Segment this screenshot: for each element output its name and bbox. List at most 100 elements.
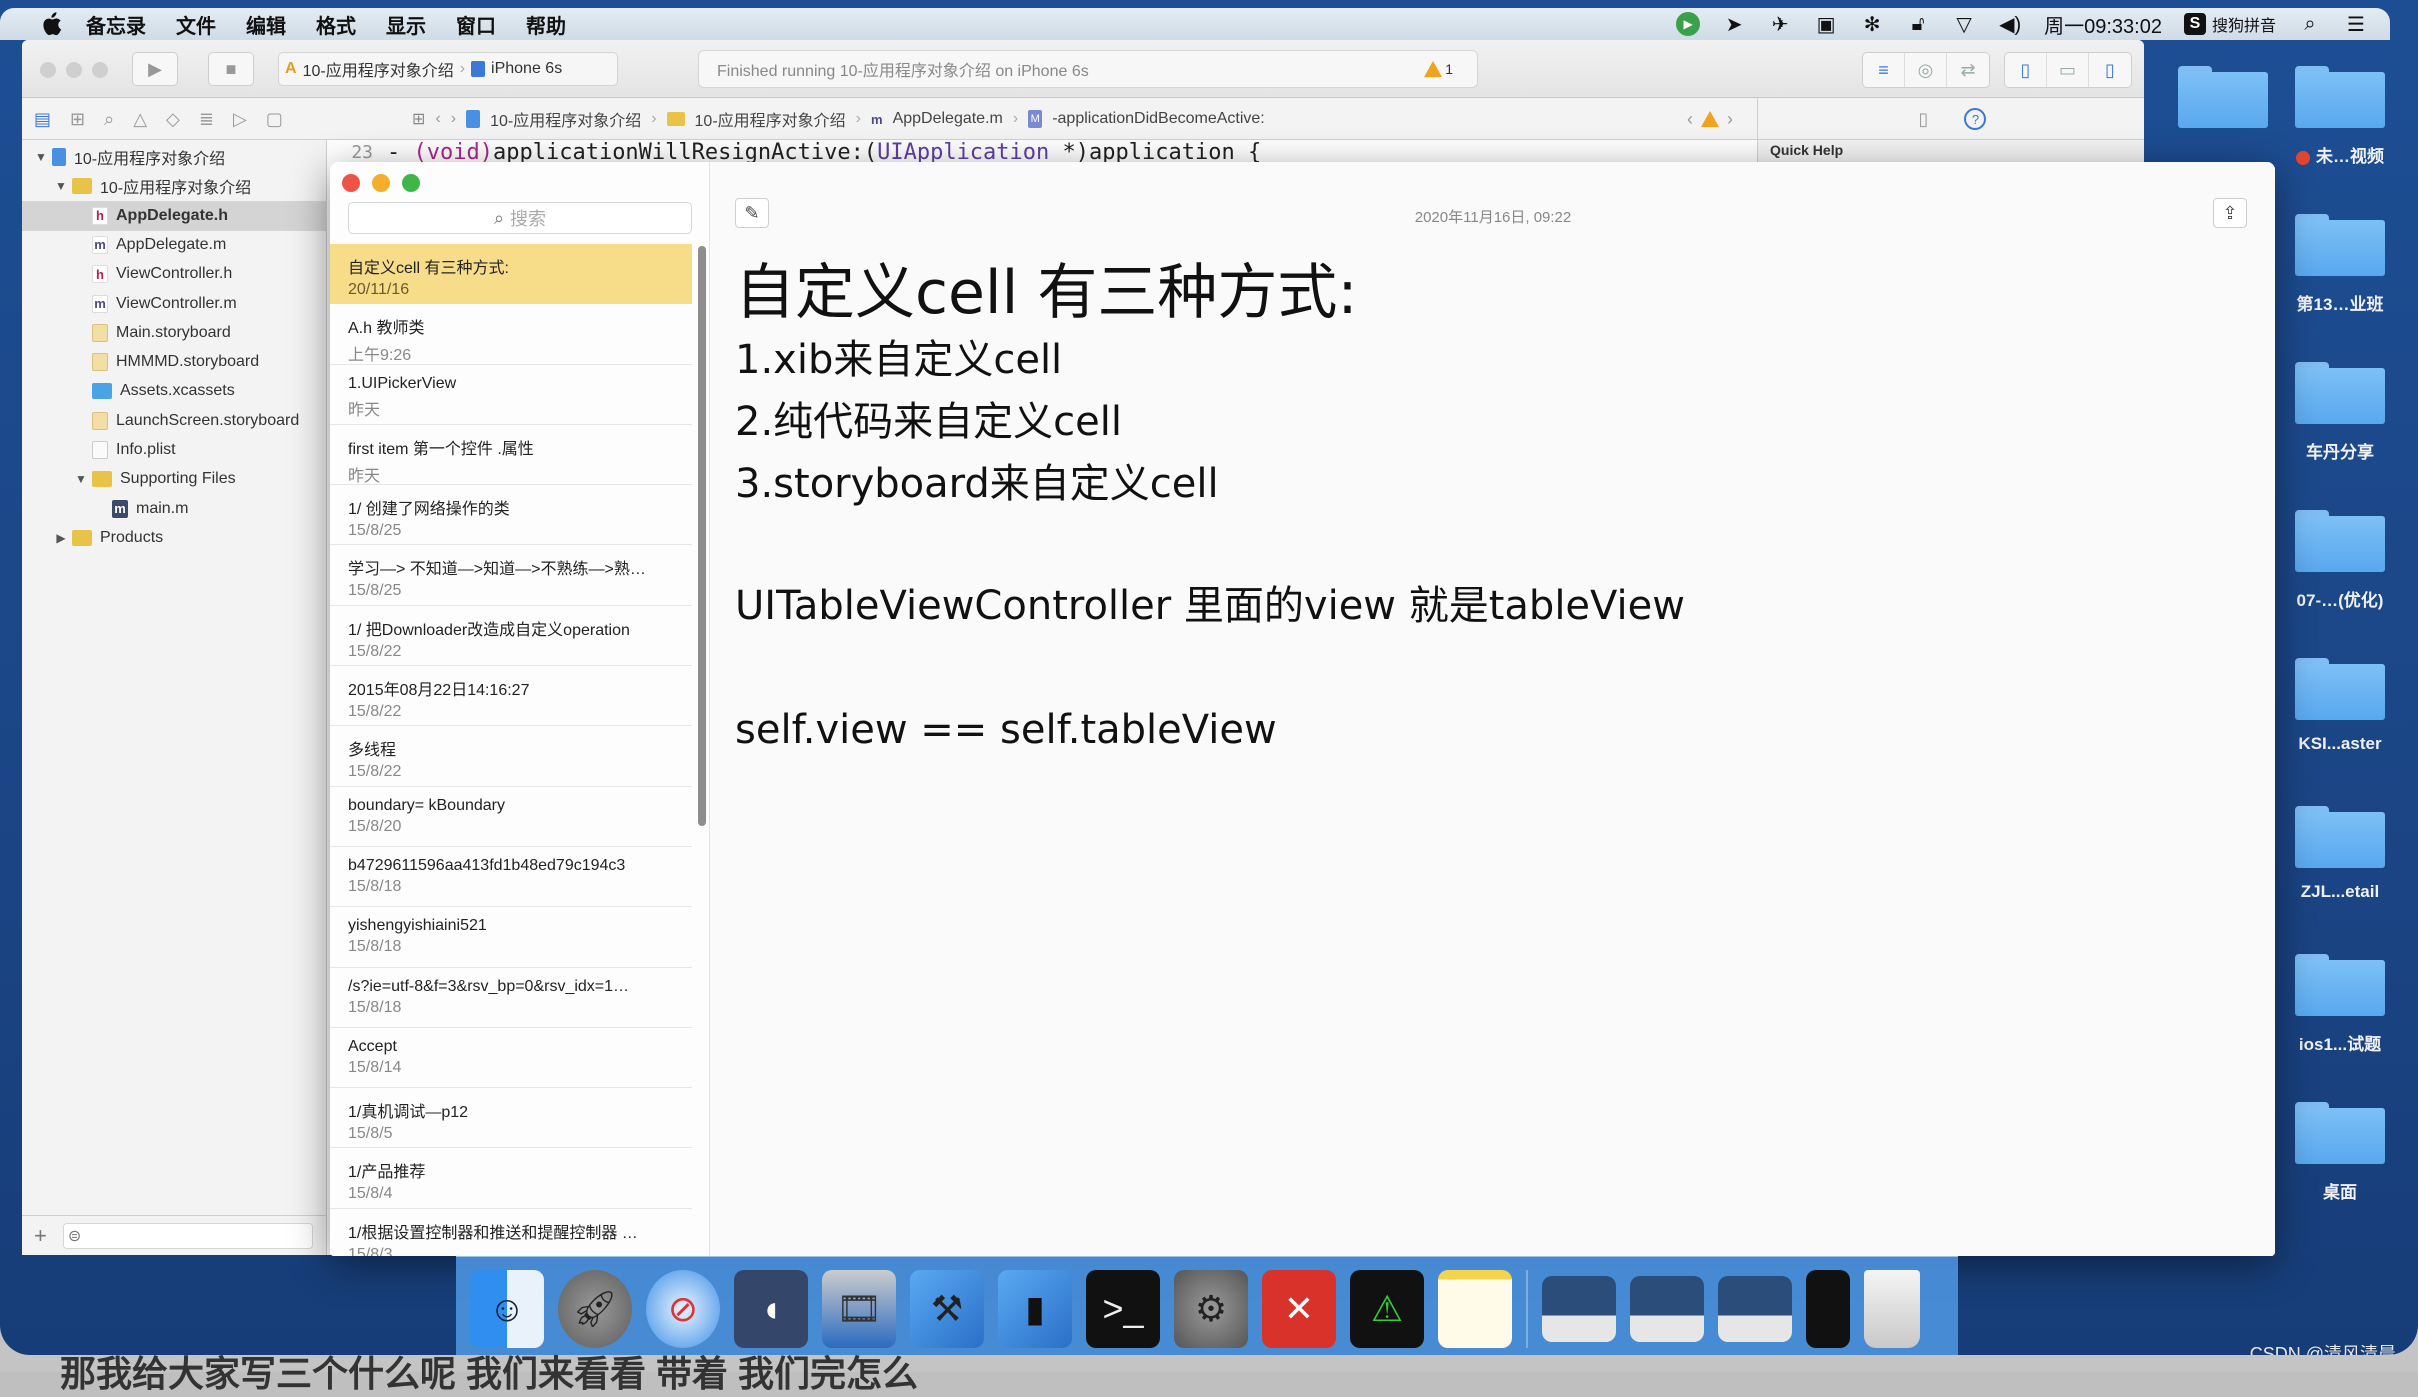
note-list-item[interactable]: 1/根据设置控制器和推送和提醒控制器 … 15/8/3 (330, 1209, 692, 1256)
menu-file[interactable]: 文件 (176, 10, 216, 39)
tree-item[interactable]: ▼ 10-应用程序对象介绍 (22, 171, 327, 201)
dock-minimized-window-3[interactable] (1718, 1275, 1792, 1342)
assistant-editor-icon[interactable]: ◎ (1905, 53, 1947, 87)
breakpoint-navigator-icon[interactable]: ▷ (233, 109, 247, 130)
desktop-folder[interactable]: ZJL...etail (2295, 806, 2385, 902)
xcode-zoom-button[interactable] (92, 62, 108, 78)
desktop-folder[interactable]: 桌面 (2295, 1102, 2385, 1203)
disclosure-expanded-icon[interactable]: ▼ (74, 472, 88, 486)
note-editor[interactable]: ✎ 2020年11月16日, 09:22 ⇪ 自定义cell 有三种方式: 1.… (711, 162, 2275, 1256)
note-list-item[interactable]: boundary= kBoundary 15/8/20 (330, 787, 692, 847)
note-list-item[interactable]: 自定义cell 有三种方式: 20/11/16 (330, 244, 692, 305)
next-issue-icon[interactable]: › (1727, 109, 1733, 130)
share-button[interactable]: ⇪ (2213, 198, 2247, 228)
dock-instruments[interactable]: ▮ (998, 1269, 1072, 1348)
issue-navigator-icon[interactable]: △ (133, 109, 147, 130)
note-list-item[interactable]: /s?ie=utf-8&f=3&rsv_bp=0&rsv_idx=1… 15/8/… (330, 968, 692, 1028)
report-navigator-icon[interactable]: ▢ (266, 109, 283, 130)
tree-item[interactable]: m main.m (22, 494, 327, 524)
note-body[interactable]: 自定义cell 有三种方式: 1.xib来自定义cell 2.纯代码来自定义ce… (735, 257, 1685, 761)
tree-item[interactable]: h AppDelegate.h (22, 200, 327, 231)
menu-notes[interactable]: 备忘录 (86, 10, 146, 39)
version-editor-icon[interactable]: ⇄ (1947, 53, 1989, 87)
utilities-toggle-icon[interactable]: ▯ (2089, 53, 2131, 87)
test-navigator-icon[interactable]: ◇ (166, 109, 180, 130)
find-navigator-icon[interactable]: ⌕ (104, 109, 114, 130)
breadcrumb-method[interactable]: -applicationDidBecomeActive: (1052, 110, 1265, 128)
close-button[interactable] (342, 174, 360, 192)
breadcrumb-file[interactable]: AppDelegate.m (893, 110, 1003, 128)
previous-issue-icon[interactable]: ‹ (1687, 109, 1693, 130)
apple-menu-icon[interactable] (38, 11, 64, 37)
zoom-button[interactable] (402, 174, 420, 192)
file-inspector-icon[interactable]: ▯ (1919, 109, 1929, 130)
menu-clock[interactable]: 周一09:33:02 (2044, 10, 2162, 39)
note-list-item[interactable]: 2015年08月22日14:16:27 15/8/22 (330, 666, 692, 727)
back-icon[interactable]: ‹ (435, 110, 440, 128)
note-list-item[interactable]: first item 第一个控件 .属性 昨天 (330, 425, 692, 486)
tree-item[interactable]: m ViewController.m (22, 289, 327, 319)
desktop-folder[interactable]: 07-…(优化) (2295, 510, 2385, 611)
spotlight-search-icon[interactable]: ⌕ (2298, 12, 2322, 36)
dock-minimized-window-1[interactable] (1542, 1275, 1616, 1342)
desktop-folder[interactable]: 未…视频 (2295, 66, 2385, 167)
menu-edit[interactable]: 编辑 (246, 10, 286, 39)
symbol-navigator-icon[interactable]: ⊞ (70, 109, 85, 130)
menu-format[interactable]: 格式 (316, 10, 356, 39)
note-list-item[interactable]: A.h 教师类 上午9:26 (330, 304, 692, 365)
disclosure-expanded-icon[interactable]: ▼ (54, 179, 68, 193)
dock-xmind[interactable]: ✕ (1262, 1269, 1336, 1348)
minimize-button[interactable] (372, 174, 390, 192)
tree-item[interactable]: h ViewController.h (22, 259, 327, 289)
note-list-item[interactable]: 1/ 把Downloader改造成自定义operation 15/8/22 (330, 606, 692, 667)
debug-navigator-icon[interactable]: ≣ (199, 109, 214, 130)
dock-launchpad[interactable]: 🚀︎ (558, 1269, 632, 1348)
screen-record-icon[interactable]: ▣ (1814, 12, 1838, 36)
dock-mouse-app[interactable]: ◖ (734, 1269, 808, 1348)
tree-item[interactable]: m AppDelegate.m (22, 230, 327, 260)
tree-item[interactable]: Assets.xcassets (22, 376, 327, 406)
wifi-icon[interactable]: ▽ (1952, 12, 1976, 36)
note-list-scrollbar[interactable] (698, 246, 706, 826)
input-method[interactable]: S 搜狗拼音 (2183, 12, 2276, 36)
forward-icon[interactable]: › (451, 110, 456, 128)
desktop-folder[interactable]: KSI...aster (2295, 658, 2385, 754)
location-icon[interactable]: ➤ (1722, 12, 1746, 36)
xcode-close-button[interactable] (40, 62, 56, 78)
note-list-item[interactable]: yishengyishiaini521 15/8/18 (330, 907, 692, 968)
note-list-item[interactable]: 1/真机调试—p12 15/8/5 (330, 1088, 692, 1149)
note-list-item[interactable]: 1/ 创建了网络操作的类 15/8/25 (330, 485, 692, 546)
dock-xcode[interactable]: ⚒ (910, 1269, 984, 1348)
dock-downloads-stack[interactable] (1806, 1269, 1850, 1348)
dock-safari[interactable]: ⊘ (646, 1269, 720, 1348)
stop-button[interactable]: ■ (208, 52, 254, 86)
dock-notes[interactable] (1438, 1269, 1512, 1348)
dock-trash[interactable] (1864, 1269, 1920, 1348)
note-list-item[interactable]: Accept 15/8/14 (330, 1028, 692, 1089)
desktop-folder[interactable]: ios1...试题 (2295, 954, 2385, 1055)
breadcrumb-group[interactable]: 10-应用程序对象介绍 (695, 107, 846, 131)
xcode-minimize-button[interactable] (66, 62, 82, 78)
tree-item[interactable]: Info.plist (22, 435, 327, 465)
tree-item[interactable]: LaunchScreen.storyboard (22, 406, 327, 436)
recording-app-icon[interactable]: ▶ (1676, 12, 1701, 36)
add-icon[interactable]: + (34, 1223, 47, 1249)
dock-console[interactable]: ⚠ (1350, 1269, 1424, 1348)
desktop-folder[interactable]: 车丹分享 (2295, 362, 2385, 463)
navigator-filter-field[interactable]: ⊜ (62, 1222, 313, 1249)
desktop-folder[interactable]: 第13…业班 (2295, 214, 2385, 315)
scheme-selector[interactable]: A 10-应用程序对象介绍 › iPhone 6s (278, 52, 618, 86)
warning-indicator[interactable]: 1 (1424, 61, 1453, 77)
quick-help-icon[interactable]: ? (1964, 108, 1987, 130)
run-button[interactable]: ▶ (132, 52, 178, 86)
menu-view[interactable]: 显示 (386, 10, 426, 39)
menu-window[interactable]: 窗口 (456, 10, 496, 39)
note-list-item[interactable]: 学习—> 不知道—>知道—>不熟练—>熟… 15/8/25 (330, 545, 692, 606)
dock-terminal[interactable]: >_ (1086, 1269, 1160, 1348)
tree-item[interactable]: ▼ Supporting Files (22, 464, 327, 494)
dock-finder[interactable]: ☺ (470, 1269, 544, 1348)
disclosure-expanded-icon[interactable]: ▼ (34, 150, 48, 164)
desktop-folder[interactable] (2178, 66, 2268, 128)
debug-area-toggle-icon[interactable]: ▭ (2047, 53, 2089, 87)
menu-help[interactable]: 帮助 (526, 10, 566, 39)
